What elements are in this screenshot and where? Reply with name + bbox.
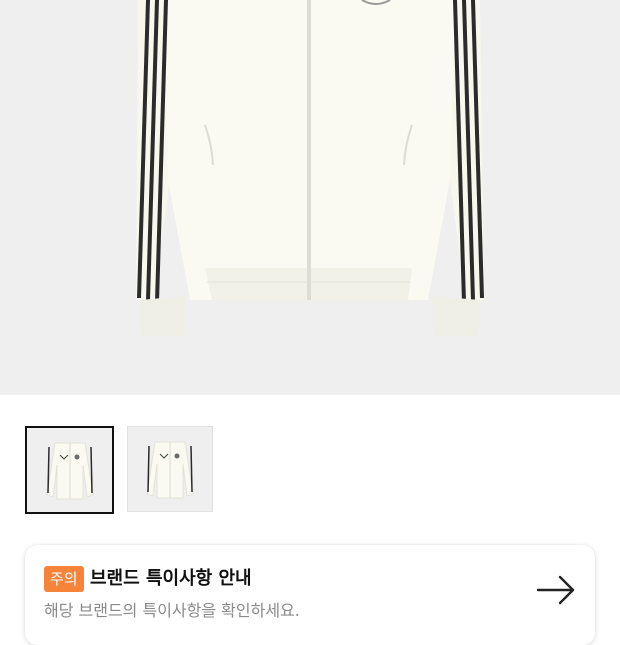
brand-notice-card[interactable]: 주의 브랜드 특이사항 안내 해당 브랜드의 특이사항을 확인하세요. [25, 545, 595, 645]
thumbnail-1[interactable] [25, 426, 114, 514]
thumbnail-strip [25, 426, 213, 514]
arrow-right-icon[interactable] [536, 575, 576, 605]
product-main-image[interactable] [0, 0, 620, 395]
warning-badge: 주의 [44, 566, 84, 592]
notice-description: 해당 브랜드의 특이사항을 확인하세요. [44, 601, 300, 620]
jacket-thumb-icon [146, 441, 194, 499]
thumbnail-2[interactable] [127, 426, 213, 512]
notice-title: 브랜드 특이사항 안내 [90, 568, 252, 589]
jacket-thumb-icon [45, 442, 94, 500]
track-jacket-illustration [136, 0, 484, 336]
